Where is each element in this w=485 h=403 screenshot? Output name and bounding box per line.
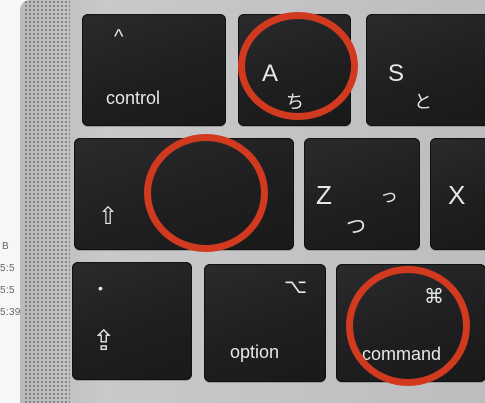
shift-icon: ⇧ [98, 203, 119, 230]
red-circle-highlight [346, 266, 470, 386]
control-label: control [106, 88, 161, 108]
x-key: X [430, 138, 485, 250]
red-circle-highlight [238, 12, 358, 120]
option-icon: ⌥ [284, 276, 308, 298]
z-small-kana-label: っ [380, 186, 398, 206]
z-latin-label: Z [316, 180, 332, 210]
z-key: Z っ つ [304, 138, 420, 250]
red-circle-highlight [144, 134, 268, 252]
z-kana-label: つ [346, 216, 366, 238]
s-kana-label: と [414, 92, 432, 112]
caps-lock-key: • ⇪ [72, 262, 192, 380]
caret-icon: ^ [114, 26, 124, 48]
speaker-grille [24, 0, 70, 403]
background-text: 5:5 [0, 263, 15, 274]
background-text: B [2, 241, 9, 252]
background-text: 5:5 [0, 285, 15, 296]
caps-lock-icon: ⇪ [92, 325, 116, 356]
s-latin-label: S [388, 60, 405, 87]
caps-indicator-dot: • [98, 280, 103, 296]
s-key: S と [366, 14, 485, 126]
option-label: option [230, 342, 280, 362]
option-key: ⌥ option [204, 264, 326, 382]
x-latin-label: X [448, 180, 466, 210]
background-text: 5:39 [0, 307, 21, 318]
keyboard-photo: B 5:5 5:5 5:39 ^ control A ち S と ⇧ Z っ つ… [0, 0, 485, 403]
control-key: ^ control [82, 14, 226, 126]
